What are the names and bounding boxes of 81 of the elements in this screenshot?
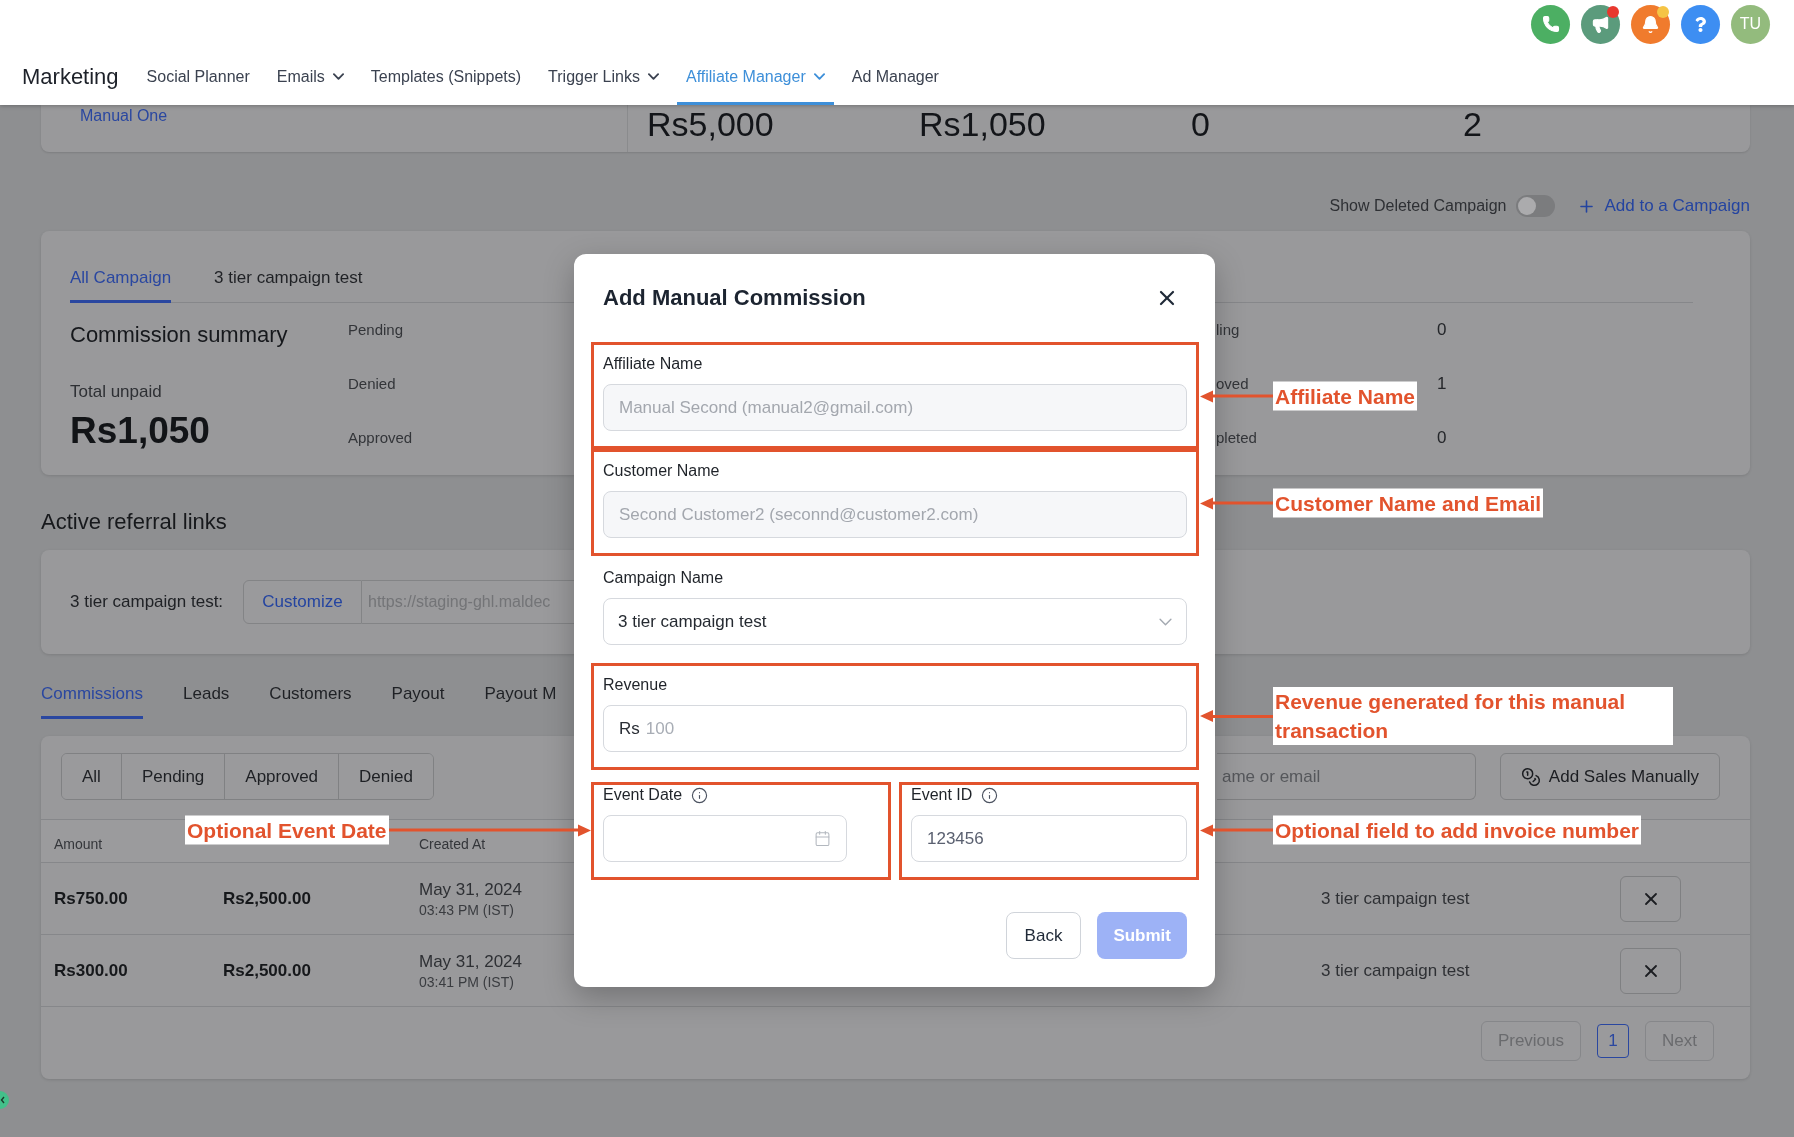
phone-icon[interactable] (1531, 4, 1570, 44)
created-time: 03:41 PM (IST) (419, 973, 514, 990)
stat-value: 2 (1463, 105, 1482, 143)
dialog-title: Add Manual Commission (603, 285, 866, 311)
records-tab[interactable]: Commissions (41, 684, 144, 719)
remove-button[interactable] (1620, 875, 1681, 922)
nav-tab[interactable]: Templates (Snippets) (361, 48, 531, 105)
field-label: Campaign Name (603, 568, 724, 588)
campaign-name: 3 tier campaign test (1321, 888, 1470, 909)
nav-tab[interactable]: Social Planner (137, 48, 259, 105)
created-date: May 31, 2024 (419, 951, 522, 972)
status-label: Denied (348, 376, 396, 392)
remove-button[interactable] (1620, 947, 1681, 994)
coins-icon (1520, 766, 1541, 787)
annotation-label: Customer Name and Email (1273, 488, 1544, 518)
referral-label: 3 tier campaign test: (70, 592, 224, 611)
field-label: Revenue (603, 675, 668, 695)
nav-tab[interactable]: Trigger Links (539, 48, 668, 105)
field-label: Customer Name (603, 461, 720, 481)
megaphone-icon[interactable] (1581, 4, 1620, 44)
records-tab[interactable]: Customers (269, 684, 352, 719)
page-title: Marketing (22, 63, 119, 90)
add-campaign-link[interactable]: Add to a Campaign (1577, 196, 1750, 216)
amount-value: Rs2,500.00 (223, 888, 311, 909)
bell-icon[interactable] (1631, 4, 1670, 44)
currency-field[interactable]: Rs 100 (603, 705, 1187, 752)
affiliate-link[interactable]: Manual One (80, 106, 168, 126)
status-count: 0 (1437, 322, 1447, 338)
text-field[interactable]: 123456 (911, 815, 1187, 862)
status-label: ling (1216, 322, 1240, 338)
calendar-icon (814, 830, 831, 847)
amount-value: Rs2,500.00 (223, 960, 311, 981)
campaign-name: 3 tier campaign test (1321, 960, 1470, 981)
amount-input[interactable]: 100 (645, 716, 1171, 741)
annotation-label: Revenue generated for this manual transaction (1273, 687, 1673, 745)
records-tab[interactable]: Payout (391, 684, 445, 719)
customize-button[interactable]: Customize (243, 580, 362, 624)
stat-value: Rs5,000 (647, 105, 774, 143)
total-value: Rs1,050 (70, 411, 210, 451)
chevron-down-icon (1159, 617, 1172, 626)
column-header: Created At (419, 836, 486, 852)
field-label: Affiliate Name (603, 354, 703, 374)
status-label: oved (1216, 376, 1249, 392)
status-label: Pending (348, 322, 404, 338)
add-sales-button[interactable]: Add Sales Manually (1500, 753, 1720, 800)
stat-value: Rs1,050 (919, 105, 1046, 143)
page-number[interactable]: 1 (1597, 1024, 1630, 1058)
stat-value: 0 (1191, 105, 1210, 143)
status-count: 0 (1437, 430, 1447, 446)
field-label: Event Date (603, 785, 683, 805)
created-time: 03:43 PM (IST) (419, 901, 514, 918)
amount-value: Rs750.00 (54, 888, 128, 909)
annotation-label: Optional Event Date (185, 815, 389, 845)
campaign-tab[interactable]: All Campaign (70, 268, 172, 303)
nav-tab[interactable]: Ad Manager (842, 48, 948, 105)
created-date: May 31, 2024 (419, 879, 522, 900)
field-label: Event ID (911, 785, 973, 805)
back-button[interactable]: Back (1005, 912, 1082, 959)
toggle-label: Show Deleted Campaign (1329, 197, 1507, 215)
section-title: Active referral links (41, 509, 227, 535)
total-label: Total unpaid (70, 382, 162, 402)
column-header: Amount (54, 836, 103, 852)
annotation-label: Optional field to add invoice number (1273, 815, 1642, 845)
date-field[interactable] (603, 815, 847, 862)
campaign-tab[interactable]: 3 tier campaign test (214, 268, 363, 303)
status-count: 1 (1437, 376, 1447, 392)
filter-button[interactable]: Denied (338, 754, 433, 799)
help-icon[interactable] (1681, 4, 1720, 44)
annotation-label: Affiliate Name (1273, 381, 1418, 411)
toggle-switch[interactable] (1516, 195, 1556, 217)
chevron-icon[interactable] (0, 1091, 9, 1109)
records-tab[interactable]: Leads (183, 684, 230, 719)
status-label: pleted (1216, 430, 1257, 446)
select-field[interactable]: 3 tier campaign test (603, 598, 1187, 645)
records-tab[interactable]: Payout M (484, 684, 557, 719)
nav-tab[interactable]: Emails (267, 48, 353, 105)
section-title: Commission summary (70, 322, 288, 348)
status-label: Approved (348, 430, 413, 446)
currency-prefix: Rs (619, 718, 640, 739)
amount-value: Rs300.00 (54, 960, 128, 981)
search-field[interactable]: ame or email (1217, 753, 1476, 800)
